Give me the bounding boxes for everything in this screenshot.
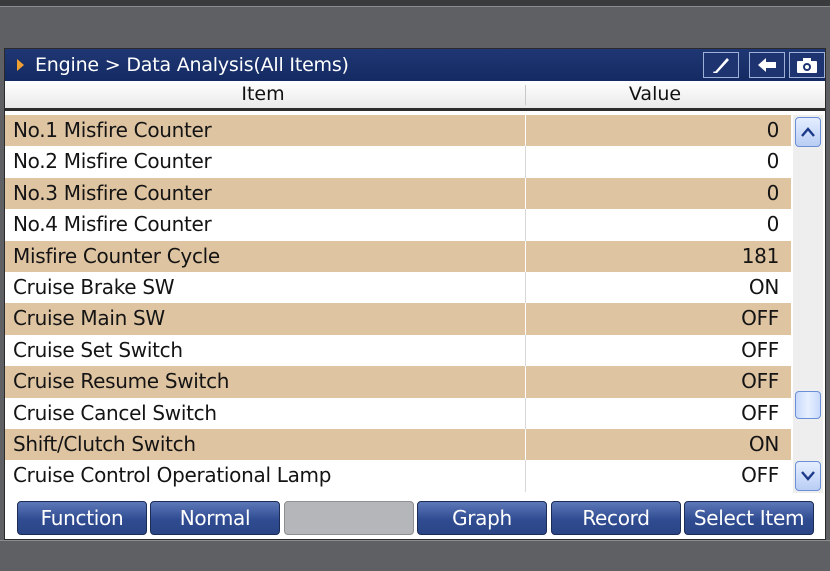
row-item-label: Cruise Resume Switch	[13, 369, 230, 394]
chevron-up-icon	[801, 127, 815, 137]
record-button[interactable]: Record	[551, 501, 681, 535]
row-value: 181	[741, 243, 780, 268]
table-row[interactable]: No.4 Misfire Counter 0	[5, 209, 791, 241]
scrollbar-thumb[interactable]	[795, 391, 821, 419]
row-value: OFF	[741, 306, 779, 331]
row-value: OFF	[741, 369, 779, 394]
column-divider	[525, 209, 526, 241]
column-divider	[525, 397, 526, 429]
blank-disabled-button	[284, 501, 414, 535]
graph-button[interactable]: Graph	[417, 501, 547, 535]
table-row[interactable]: Cruise Brake SW ON	[5, 271, 791, 304]
table-row[interactable]: Cruise Control Operational Lamp OFF	[5, 460, 791, 492]
breadcrumb-arrow-icon	[17, 59, 24, 71]
column-divider	[525, 334, 526, 367]
column-divider	[525, 460, 526, 492]
row-value: OFF	[741, 400, 779, 425]
back-button[interactable]	[749, 52, 785, 78]
breadcrumb: Engine > Data Analysis(All Items)	[35, 54, 349, 76]
row-value: ON	[748, 274, 779, 299]
table-row[interactable]: Cruise Set Switch OFF	[5, 334, 791, 367]
column-divider	[525, 177, 526, 210]
column-divider	[525, 303, 526, 335]
bottom-frame-strip	[0, 540, 830, 571]
column-divider	[525, 366, 526, 398]
function-button[interactable]: Function	[17, 501, 147, 535]
screenshot-button[interactable]	[789, 52, 825, 78]
column-divider	[525, 146, 526, 178]
column-divider	[525, 240, 526, 272]
row-item-label: No.2 Misfire Counter	[13, 149, 212, 174]
row-value: 0	[766, 118, 780, 142]
pen-icon	[713, 58, 729, 73]
vertical-scrollbar[interactable]	[793, 115, 823, 493]
row-item-label: Cruise Main SW	[13, 306, 165, 331]
row-value: 0	[766, 212, 780, 237]
column-header-item: Item	[241, 83, 285, 105]
row-value: OFF	[741, 463, 779, 488]
column-divider	[525, 115, 526, 147]
row-item-label: Cruise Brake SW	[13, 274, 175, 299]
row-item-label: Cruise Set Switch	[13, 337, 183, 362]
column-divider	[525, 271, 526, 304]
top-frame-strip	[0, 0, 830, 7]
scroll-down-button[interactable]	[795, 461, 821, 491]
column-header-value: Value	[628, 83, 682, 105]
row-item-label: Misfire Counter Cycle	[13, 243, 220, 268]
row-item-label: Shift/Clutch Switch	[13, 431, 196, 456]
data-table: No.1 Misfire Counter 0 No.2 Misfire Coun…	[5, 115, 791, 492]
column-divider	[525, 428, 526, 461]
camera-icon	[797, 58, 817, 73]
row-item-label: Cruise Control Operational Lamp	[13, 463, 332, 488]
row-item-label: No.1 Misfire Counter	[13, 118, 212, 142]
table-row[interactable]: Cruise Cancel Switch OFF	[5, 397, 791, 429]
table-row[interactable]: Misfire Counter Cycle 181	[5, 240, 791, 272]
row-item-label: Cruise Cancel Switch	[13, 400, 217, 425]
row-value: OFF	[741, 337, 779, 362]
pen-button[interactable]	[703, 52, 739, 78]
table-row[interactable]: No.2 Misfire Counter 0	[5, 146, 791, 178]
back-arrow-icon	[758, 58, 776, 72]
table-row[interactable]: Shift/Clutch Switch ON	[5, 428, 791, 461]
data-analysis-panel: Engine > Data Analysis(All Items) Item V…	[4, 48, 826, 540]
title-bar: Engine > Data Analysis(All Items)	[5, 49, 825, 81]
table-row[interactable]: No.3 Misfire Counter 0	[5, 177, 791, 210]
table-row[interactable]: Cruise Main SW OFF	[5, 303, 791, 335]
chevron-down-icon	[801, 471, 815, 481]
table-row[interactable]: Cruise Resume Switch OFF	[5, 366, 791, 398]
row-value: 0	[766, 180, 780, 205]
normal-button[interactable]: Normal	[150, 501, 280, 535]
function-button-bar: Function Normal Graph Record Select Item	[5, 493, 825, 539]
row-item-label: No.4 Misfire Counter	[13, 212, 212, 237]
table-header: Item Value	[5, 81, 825, 111]
table-row[interactable]: No.1 Misfire Counter 0	[5, 115, 791, 147]
select-item-button[interactable]: Select Item	[684, 501, 814, 535]
row-item-label: No.3 Misfire Counter	[13, 180, 212, 205]
row-value: 0	[766, 149, 780, 174]
scroll-up-button[interactable]	[795, 117, 821, 147]
row-value: ON	[748, 431, 779, 456]
